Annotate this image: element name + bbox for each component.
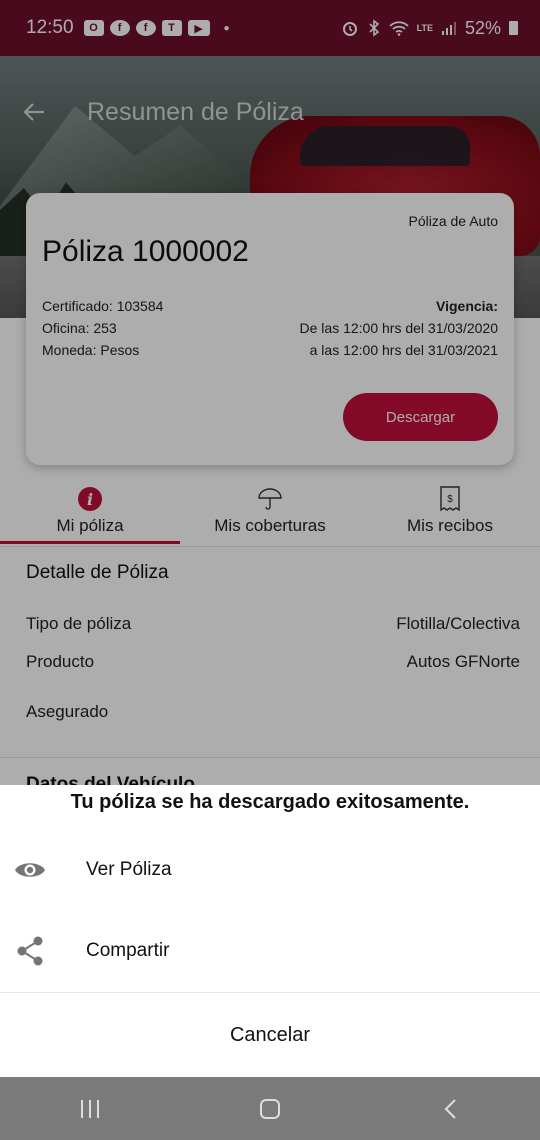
recent-apps-button[interactable]	[60, 1089, 120, 1129]
home-button[interactable]	[240, 1089, 300, 1129]
home-icon	[260, 1098, 280, 1119]
view-policy-option[interactable]: Ver Póliza	[0, 840, 540, 900]
share-option[interactable]: Compartir	[0, 921, 540, 981]
eye-icon	[15, 863, 45, 877]
recent-apps-icon	[81, 1099, 99, 1118]
view-policy-label: Ver Póliza	[86, 859, 172, 880]
share-icon	[17, 936, 43, 966]
system-nav-bar	[0, 1077, 540, 1140]
sheet-divider	[0, 992, 540, 993]
back-chevron-icon	[444, 1098, 456, 1119]
modal-scrim[interactable]	[0, 0, 540, 785]
sheet-title: Tu póliza se ha descargado exitosamente.	[70, 791, 470, 813]
download-bottom-sheet: Tu póliza se ha descargado exitosamente.…	[0, 785, 540, 1077]
cancel-button[interactable]: Cancelar	[0, 1005, 540, 1065]
share-label: Compartir	[86, 940, 170, 961]
back-button[interactable]	[420, 1089, 480, 1129]
